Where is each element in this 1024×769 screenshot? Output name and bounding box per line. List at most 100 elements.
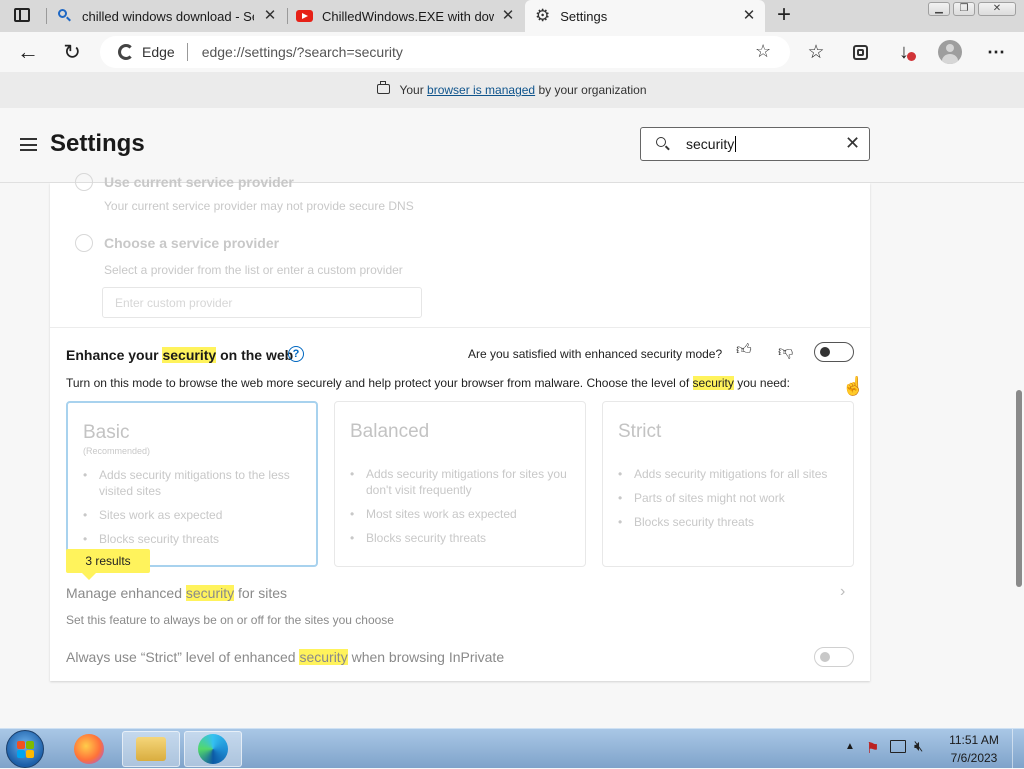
- gear-icon: ⚙: [535, 6, 551, 25]
- thumbs-down-icon[interactable]: 👎︎: [778, 343, 793, 361]
- level-name: Strict: [618, 421, 662, 442]
- inprivate-label: Always use “Strict” level of enhanced se…: [66, 649, 505, 665]
- close-tab-icon[interactable]: ✕: [262, 8, 278, 24]
- dns-radio-current: [75, 173, 93, 191]
- inprivate-strict-toggle[interactable]: [814, 647, 854, 667]
- add-favorite-icon[interactable]: ☆: [755, 41, 771, 62]
- managed-prefix: Your: [399, 83, 424, 97]
- managed-suffix: by your organization: [538, 83, 647, 97]
- tab-title: Settings: [560, 8, 608, 24]
- folder-icon: [136, 737, 166, 761]
- level-bullet: Blocks security threats: [83, 531, 308, 547]
- enhance-description: Turn on this mode to browse the web more…: [66, 376, 790, 390]
- manage-sites-desc: Set this feature to always be on or off …: [66, 613, 394, 627]
- clock-date[interactable]: 7/6/2023: [944, 751, 1004, 765]
- taskbar-firefox[interactable]: [60, 731, 118, 767]
- clock-time[interactable]: 11:51 AM: [944, 733, 1004, 747]
- level-bullet: Adds security mitigations for sites you …: [350, 466, 582, 498]
- enhanced-security-toggle[interactable]: [814, 342, 854, 362]
- taskbar-edge[interactable]: [184, 731, 242, 767]
- managed-banner: Your browser is managed by your organiza…: [0, 72, 1024, 108]
- search-results-badge: 3 results: [66, 549, 150, 580]
- level-name: Basic: [83, 422, 130, 443]
- restore-button[interactable]: ❐: [953, 2, 975, 16]
- firefox-icon: [74, 734, 104, 764]
- settings-card: Use current service provider Your curren…: [50, 173, 870, 681]
- feedback-question: Are you satisfied with enhanced security…: [468, 347, 723, 361]
- tab-search[interactable]: chilled windows download - Sear ✕: [50, 0, 286, 32]
- settings-search-box[interactable]: security ✕: [640, 127, 870, 161]
- tab-actions-icon[interactable]: [14, 8, 30, 22]
- back-button[interactable]: ←: [14, 38, 42, 66]
- help-icon[interactable]: ?: [288, 346, 304, 362]
- tab-youtube[interactable]: ChilledWindows.EXE with downlo ✕: [288, 0, 524, 32]
- edge-icon: [118, 44, 134, 60]
- level-name: Balanced: [350, 421, 430, 442]
- chevron-right-icon: ›: [840, 583, 846, 600]
- clear-search-icon[interactable]: ✕: [845, 133, 860, 154]
- level-recommended: (Recommended): [83, 446, 151, 456]
- hamburger-menu-icon[interactable]: [20, 138, 37, 151]
- scrollbar-thumb[interactable]: [1016, 390, 1022, 587]
- level-bullet: Blocks security threats: [350, 530, 582, 546]
- collections-icon[interactable]: [846, 38, 874, 66]
- manage-sites-label: Manage enhanced security for sites: [66, 585, 288, 601]
- tab-settings[interactable]: ⚙ Settings ✕: [525, 0, 765, 32]
- level-bullet: Parts of sites might not work: [618, 490, 850, 506]
- refresh-button[interactable]: ↻: [58, 38, 86, 66]
- search-icon: [58, 9, 72, 23]
- level-bullet: Blocks security threats: [618, 514, 850, 530]
- dns-radio-choose: [75, 234, 93, 252]
- managed-link[interactable]: browser is managed: [427, 83, 535, 97]
- tab-title: chilled windows download - Sear: [82, 8, 254, 24]
- tab-title: ChilledWindows.EXE with downlo: [322, 8, 494, 24]
- settings-header: Settings security ✕: [0, 108, 1024, 183]
- level-card-strict[interactable]: Strict Adds security mitigations for all…: [602, 401, 854, 567]
- search-icon: [656, 137, 670, 151]
- edge-icon: [198, 734, 228, 764]
- taskbar-explorer[interactable]: [122, 731, 180, 767]
- favorites-icon[interactable]: ☆: [802, 38, 830, 66]
- url-text[interactable]: edge://settings/?search=security: [202, 44, 403, 60]
- tab-strip: chilled windows download - Sear ✕ Chille…: [0, 0, 1024, 32]
- level-card-basic[interactable]: Basic (Recommended) Adds security mitiga…: [66, 401, 318, 567]
- search-input[interactable]: security: [686, 136, 737, 152]
- page-title: Settings: [50, 130, 145, 157]
- profile-avatar[interactable]: [936, 38, 964, 66]
- enhance-security-title: Enhance your security on the web: [66, 347, 294, 363]
- dns-option1-desc: Your current service provider may not pr…: [104, 199, 414, 213]
- mouse-pointer-hand-icon: ☝: [842, 376, 865, 396]
- minimize-button[interactable]: ▁: [928, 2, 950, 16]
- site-label: Edge: [142, 44, 175, 60]
- level-bullet: Sites work as expected: [83, 507, 308, 523]
- level-bullet: Adds security mitigations to the less vi…: [83, 467, 308, 499]
- youtube-icon: [296, 10, 313, 22]
- close-window-button[interactable]: ✕: [978, 2, 1016, 16]
- volume-muted-icon[interactable]: 🔇︎: [914, 738, 923, 755]
- start-button[interactable]: [6, 730, 44, 768]
- close-tab-icon[interactable]: ✕: [741, 8, 757, 24]
- dns-option1-label: Use current service provider: [104, 174, 294, 190]
- level-card-balanced[interactable]: Balanced Adds security mitigations for s…: [334, 401, 586, 567]
- downloads-icon[interactable]: ↓: [890, 38, 918, 66]
- level-bullet: Most sites work as expected: [350, 506, 582, 522]
- taskbar: ▲ ⚑ 🔇︎ 11:51 AM 7/6/2023: [0, 728, 1024, 769]
- address-bar[interactable]: Edge edge://settings/?search=security ☆: [100, 36, 790, 68]
- show-hidden-icons[interactable]: ▲: [845, 741, 855, 752]
- custom-provider-input: Enter custom provider: [102, 287, 422, 318]
- custom-provider-placeholder: Enter custom provider: [115, 296, 233, 310]
- network-icon[interactable]: [890, 740, 906, 753]
- show-desktop-button[interactable]: [1012, 729, 1024, 769]
- dns-option2-label: Choose a service provider: [104, 235, 280, 251]
- thumbs-up-icon[interactable]: 👍︎: [736, 341, 752, 359]
- level-bullet: Adds security mitigations for all sites: [618, 466, 850, 482]
- close-tab-icon[interactable]: ✕: [500, 8, 516, 24]
- more-options-icon[interactable]: ⋯: [982, 38, 1010, 66]
- action-center-flag-icon[interactable]: ⚑: [866, 739, 879, 757]
- new-tab-button[interactable]: +: [773, 3, 795, 27]
- manage-sites-row[interactable]: Manage enhanced security for sites ›: [66, 583, 856, 605]
- download-error-icon: [907, 51, 916, 61]
- dns-option2-desc: Select a provider from the list or enter…: [104, 263, 403, 277]
- briefcase-icon: [377, 81, 391, 94]
- section-divider: [50, 327, 870, 328]
